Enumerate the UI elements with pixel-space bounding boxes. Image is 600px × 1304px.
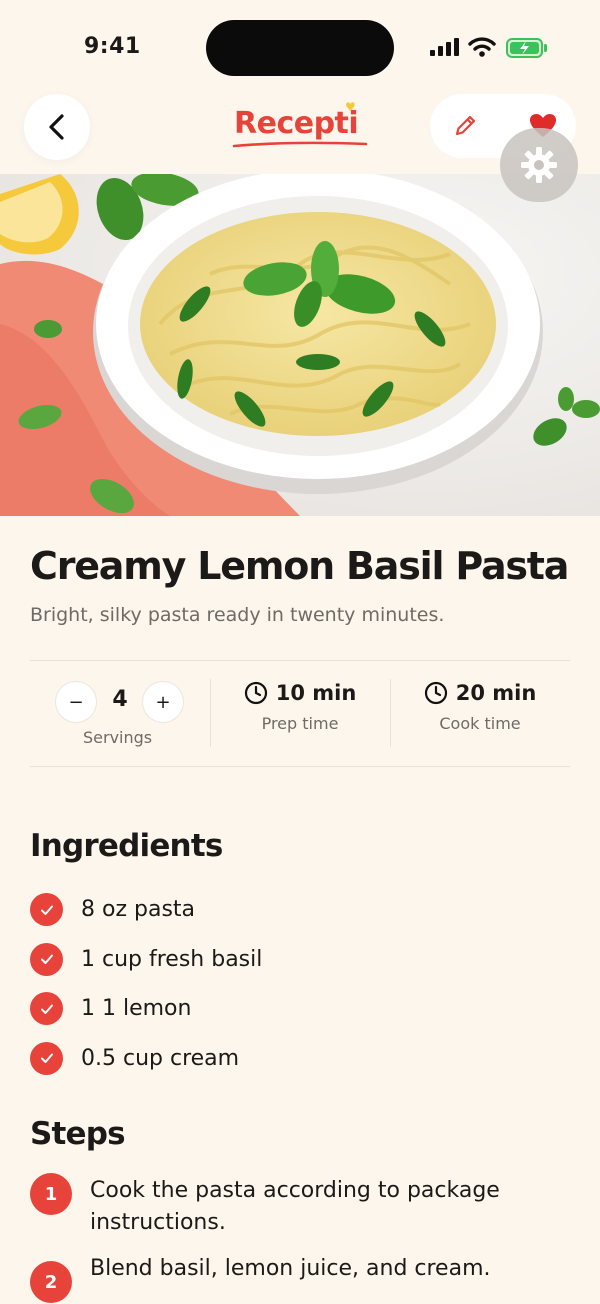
ingredient-text: 1 1 lemon <box>81 996 192 1022</box>
recipe-stats: − 4 + Servings 10 min Prep time 20 min C… <box>30 661 570 766</box>
prep-time-stat: 10 min Prep time <box>210 661 390 766</box>
step-number: 2 <box>30 1261 72 1303</box>
ingredient-text: 0.5 cup cream <box>81 1045 240 1071</box>
servings-stepper: − 4 + Servings <box>30 661 210 766</box>
settings-button[interactable] <box>500 128 578 202</box>
dynamic-island <box>206 20 394 76</box>
wifi-icon <box>468 37 496 57</box>
chevron-left-icon <box>49 114 64 140</box>
app-logo: Recepti ♥ <box>228 96 378 156</box>
battery-icon <box>506 38 547 58</box>
divider <box>30 766 570 767</box>
ingredient-item[interactable]: 0.5 cup cream <box>30 1034 570 1084</box>
steps-heading: Steps <box>30 1116 126 1152</box>
pencil-icon <box>455 115 476 136</box>
recipe-subtitle: Bright, silky pasta ready in twenty minu… <box>30 604 445 626</box>
cook-time-stat: 20 min Cook time <box>390 661 570 766</box>
servings-label: Servings <box>83 728 153 747</box>
gear-icon <box>521 147 557 183</box>
checkmark-icon <box>30 942 63 976</box>
servings-value: 4 <box>112 687 128 712</box>
clock-icon <box>244 681 267 705</box>
ingredient-item[interactable]: 8 oz pasta <box>30 885 570 935</box>
cook-time-value: 20 min <box>455 681 537 705</box>
checkmark-icon <box>30 893 63 927</box>
step-text: Blend basil, lemon juice, and cream. <box>90 1256 491 1281</box>
ingredient-text: 8 oz pasta <box>81 897 196 923</box>
steps-list: 1 Cook the pasta according to package in… <box>30 1173 570 1304</box>
pasta-photo <box>0 174 600 516</box>
logo-heart-icon: ♥ <box>345 100 356 114</box>
ingredients-list: 8 oz pasta 1 cup fresh basil 1 1 lemon 0… <box>30 885 570 1083</box>
checkmark-icon <box>30 1041 63 1075</box>
ingredient-text: 1 cup fresh basil <box>81 946 263 972</box>
signal-icon <box>430 38 459 56</box>
prep-time-label: Prep time <box>261 714 339 733</box>
status-bar: 9:41 <box>0 0 600 92</box>
clock-icon <box>424 681 447 705</box>
ingredients-heading: Ingredients <box>30 828 223 864</box>
decrease-servings-button[interactable]: − <box>55 681 97 723</box>
step-number: 1 <box>30 1173 72 1215</box>
increase-servings-button[interactable]: + <box>142 681 184 723</box>
logo-text: Recepti <box>234 106 359 141</box>
cook-time-label: Cook time <box>439 714 521 733</box>
ingredient-item[interactable]: 1 1 lemon <box>30 984 570 1034</box>
step-item: 1 Cook the pasta according to package in… <box>30 1173 570 1239</box>
logo-swoosh <box>232 141 368 148</box>
ingredient-item[interactable]: 1 cup fresh basil <box>30 935 570 985</box>
edit-button[interactable] <box>436 96 494 156</box>
prep-time-value: 10 min <box>275 681 357 705</box>
back-button[interactable] <box>24 94 90 160</box>
status-time: 9:41 <box>84 34 141 59</box>
recipe-title: Creamy Lemon Basil Pasta <box>30 544 569 588</box>
checkmark-icon <box>30 992 63 1026</box>
recipe-hero-image <box>0 174 600 516</box>
step-item: 2 Blend basil, lemon juice, and cream. <box>30 1256 570 1303</box>
step-text: Cook the pasta according to package inst… <box>90 1178 500 1235</box>
